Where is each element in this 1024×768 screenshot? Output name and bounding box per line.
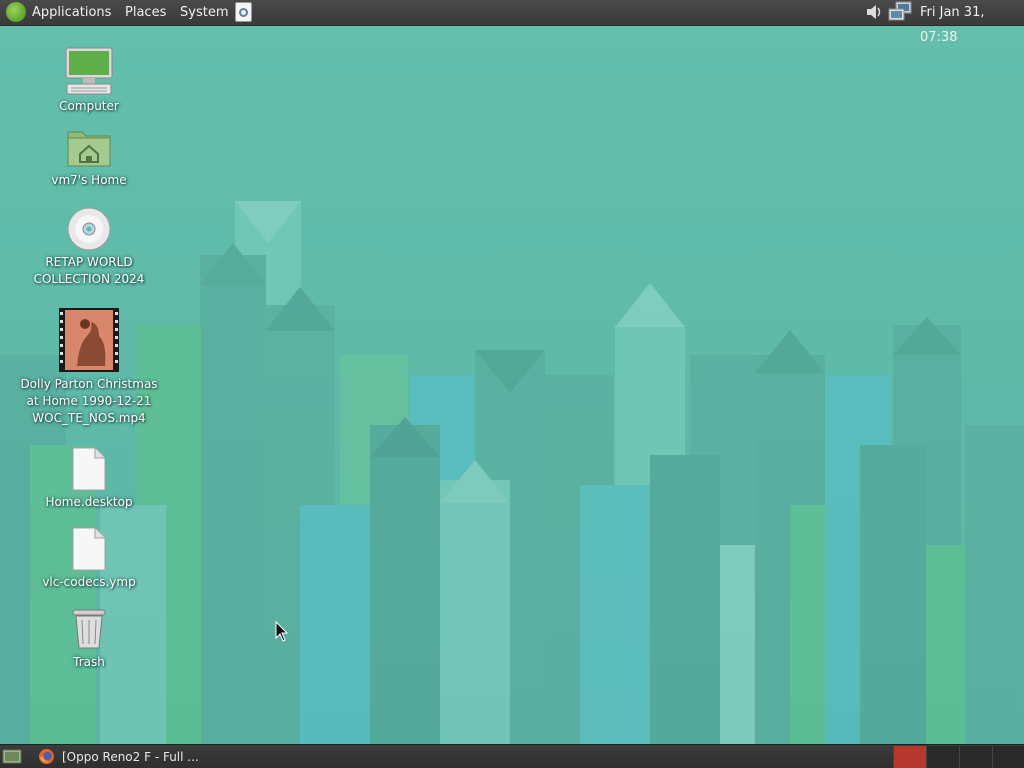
desktop-icon-trash[interactable]: Trash bbox=[14, 606, 164, 671]
taskbar-window-button[interactable]: [Oppo Reno2 F - Full ... bbox=[62, 745, 199, 768]
desktop-icon-home-desktop[interactable]: Home.desktop bbox=[14, 446, 164, 511]
network-icon[interactable] bbox=[887, 1, 913, 23]
applications-menu-label: Applications bbox=[32, 5, 112, 20]
show-desktop-icon[interactable] bbox=[2, 748, 22, 765]
desktop-icon-label: Home.desktop bbox=[45, 495, 133, 509]
workspace-4-button[interactable] bbox=[992, 746, 1024, 768]
desktop-icon-label: Computer bbox=[59, 99, 119, 113]
desktop-icon-video[interactable]: Dolly Parton Christmas at Home 1990-12-2… bbox=[14, 306, 164, 427]
workspace-2-button[interactable] bbox=[926, 746, 959, 768]
note-launcher-icon[interactable] bbox=[235, 2, 252, 22]
distro-logo-icon bbox=[6, 1, 26, 22]
workspace-1-button[interactable] bbox=[893, 746, 926, 768]
workspace-3-button[interactable] bbox=[959, 746, 992, 768]
applications-menu[interactable]: Applications bbox=[6, 0, 111, 25]
computer-icon bbox=[65, 47, 113, 95]
document-icon bbox=[72, 447, 106, 491]
volume-icon[interactable] bbox=[864, 2, 884, 22]
desktop-icon-label: vlc-codecs.ymp bbox=[42, 575, 136, 589]
document-icon bbox=[72, 527, 106, 571]
desktop-icon-label: Trash bbox=[73, 655, 105, 669]
desktop-icon-vlc-codecs[interactable]: vlc-codecs.ymp bbox=[14, 526, 164, 591]
desktop-icon-home[interactable]: vm7's Home bbox=[14, 126, 164, 189]
desktop-icon-label: vm7's Home bbox=[51, 173, 127, 187]
system-menu[interactable]: System bbox=[180, 0, 228, 25]
firefox-icon bbox=[39, 749, 54, 764]
video-thumbnail-icon bbox=[59, 308, 119, 372]
optical-disc-icon bbox=[67, 207, 111, 251]
top-panel: Applications Places System Fri Jan 31, 0… bbox=[0, 0, 1024, 45]
desktop-icon-label: Dolly Parton Christmas at Home 1990-12-2… bbox=[20, 377, 158, 425]
desktop-icon-computer[interactable]: Computer bbox=[14, 46, 164, 115]
trash-icon bbox=[72, 609, 106, 649]
home-folder-icon bbox=[67, 131, 111, 167]
panel-clock[interactable]: Fri Jan 31, 07:38 bbox=[920, 0, 1024, 45]
desktop-icon-label: RETAP WORLD COLLECTION 2024 bbox=[33, 255, 145, 286]
places-menu[interactable]: Places bbox=[125, 0, 166, 25]
desktop-icon-disc[interactable]: RETAP WORLD COLLECTION 2024 bbox=[14, 206, 164, 288]
bottom-panel: [Oppo Reno2 F - Full ... bbox=[0, 744, 1024, 768]
mouse-cursor-icon bbox=[275, 621, 289, 642]
